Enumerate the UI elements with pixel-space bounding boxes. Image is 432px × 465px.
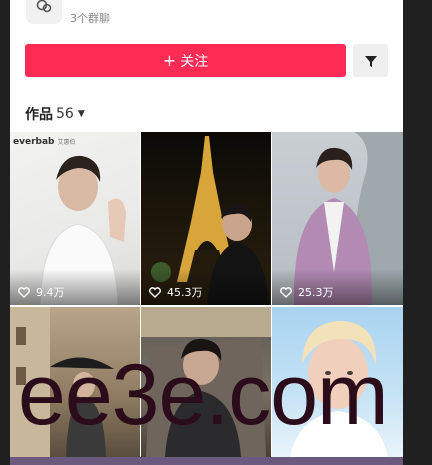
group-chat-icon [26,0,62,24]
brand-logo: everbab 艾惠伯 [13,137,76,147]
filter-button[interactable] [353,44,388,77]
works-tab-label: 作品 [25,107,53,123]
filter-icon [364,55,377,67]
like-count: 25.3万 [280,284,334,300]
works-tab[interactable]: 作品 56 ▼ [25,104,85,124]
chevron-down-icon: ▼ [77,109,85,119]
group-count-text: 3个群聊 [70,12,110,25]
heart-icon [18,286,30,298]
video-tile[interactable]: 25.3万 [272,132,403,305]
group-name: ... [70,0,86,2]
video-tile[interactable]: 45.3万 [141,132,271,305]
watermark-text: ee3e.com [18,347,389,443]
like-count: 9.4万 [18,284,65,300]
follow-button[interactable]: + 关注 [25,44,346,77]
bottom-strip [10,457,403,465]
works-count: 56 [56,106,74,122]
heart-icon [149,286,161,298]
like-count: 45.3万 [149,284,203,300]
heart-icon [280,286,292,298]
plus-icon: + [162,50,177,70]
follow-button-label: 关注 [180,53,209,70]
video-tile[interactable]: everbab 艾惠伯 9.4万 [10,132,140,305]
